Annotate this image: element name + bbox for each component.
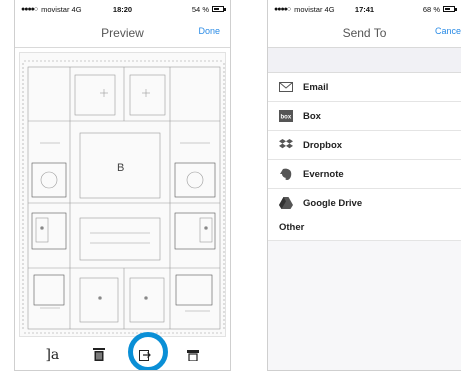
status-bar: ●●●●○ movistar 4G 17:41 68 %	[268, 0, 461, 18]
preview-screen: ●●●●○ movistar 4G 18:20 54 % Preview Don…	[14, 0, 231, 371]
floor-plan-drawing: B	[22, 60, 225, 334]
battery-percent: 68 %	[422, 4, 440, 14]
share-highlight-ring	[128, 332, 168, 370]
service-label: Dropbox	[303, 139, 343, 151]
dropbox-icon	[279, 139, 293, 151]
nav-bar: Send To Cance	[268, 18, 461, 48]
printer-icon	[186, 349, 199, 361]
evernote-icon	[279, 168, 293, 180]
other-option[interactable]: Other	[268, 214, 461, 241]
document-preview[interactable]: B	[19, 52, 226, 337]
battery-icon	[443, 6, 457, 12]
svg-text:box: box	[281, 115, 292, 121]
service-dropbox[interactable]: Dropbox	[268, 131, 461, 160]
service-label: Google Drive	[303, 197, 363, 209]
page-title: Send To	[342, 25, 387, 40]
envelope-icon	[279, 81, 293, 93]
battery-percent: 54 %	[191, 4, 209, 14]
status-bar: ●●●●○ movistar 4G 18:20 54 %	[15, 0, 230, 18]
send-to-screen: ●●●●○ movistar 4G 17:41 68 % Send To Can…	[267, 0, 461, 371]
signal-icon: ●●●●○	[21, 5, 38, 13]
page-title: Preview	[101, 25, 144, 40]
cancel-button[interactable]: Cance	[435, 26, 461, 36]
box-logo-icon: box	[279, 110, 293, 122]
room-label: B	[117, 162, 124, 174]
trash-icon	[93, 348, 106, 361]
done-button[interactable]: Done	[198, 26, 220, 36]
nav-bar: Preview Done	[15, 18, 230, 48]
bottom-toolbar: ]a	[15, 338, 230, 370]
carrier-label: movistar 4G	[294, 4, 335, 14]
empty-area	[268, 241, 461, 370]
signal-icon: ●●●●○	[274, 5, 291, 13]
service-email[interactable]: Email	[268, 73, 461, 102]
service-label: Box	[303, 110, 321, 122]
trash-button[interactable]	[85, 343, 113, 367]
other-label: Other	[279, 221, 305, 233]
text-tool-button[interactable]: ]a	[38, 343, 66, 367]
battery-icon	[212, 6, 226, 12]
section-spacer	[268, 48, 461, 73]
carrier-label: movistar 4G	[41, 4, 82, 14]
service-evernote[interactable]: Evernote	[268, 160, 461, 189]
print-button[interactable]	[179, 343, 207, 367]
service-label: Evernote	[303, 168, 344, 180]
service-list: Email box Box Dropbox Evernote Google Dr…	[268, 73, 461, 218]
service-label: Email	[303, 81, 329, 93]
service-box[interactable]: box Box	[268, 102, 461, 131]
google-drive-icon	[279, 197, 293, 209]
